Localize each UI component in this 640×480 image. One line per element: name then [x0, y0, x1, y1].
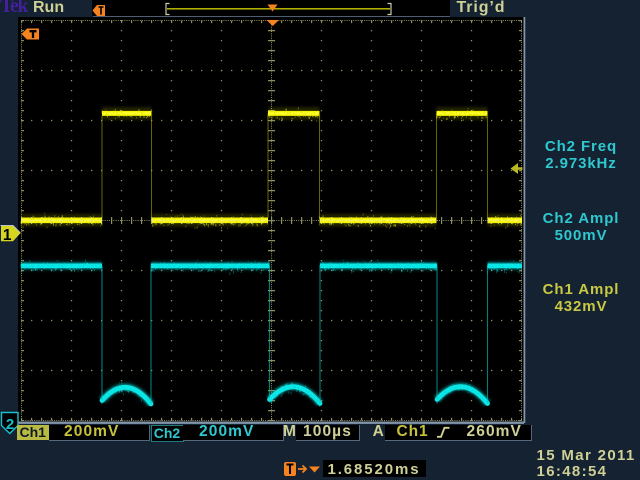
svg-text:2: 2 [6, 416, 14, 433]
svg-text:1: 1 [3, 227, 12, 244]
